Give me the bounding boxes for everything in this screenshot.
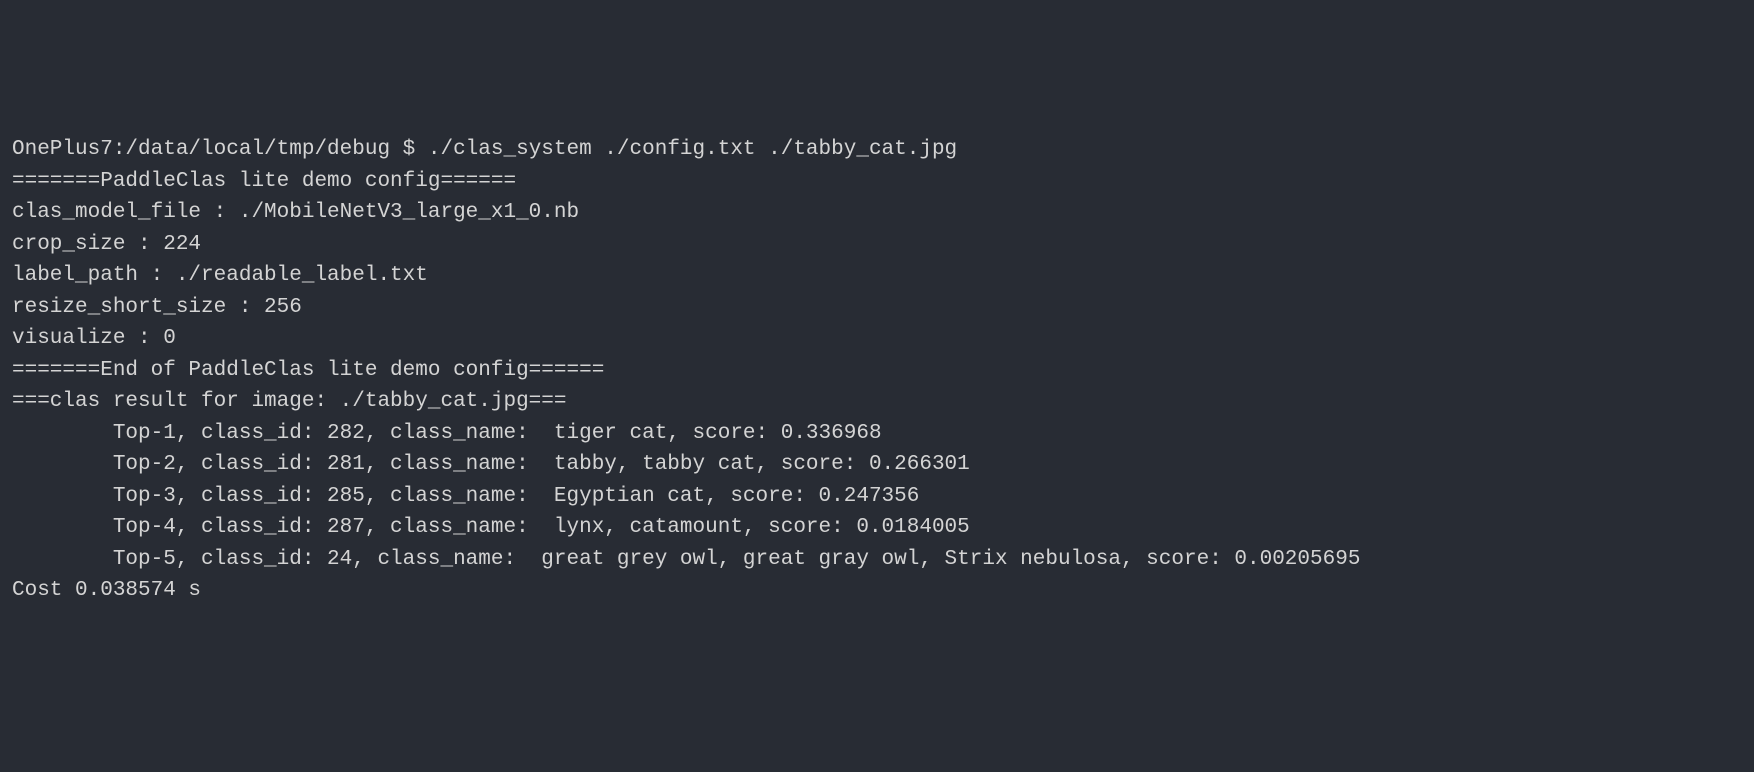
output-line: resize_short_size : 256 [12, 296, 302, 319]
result-line-top5: Top-5, class_id: 24, class_name: great g… [12, 548, 1360, 571]
prompt-line: OnePlus7:/data/local/tmp/debug $ ./clas_… [12, 138, 957, 161]
output-line: ===clas result for image: ./tabby_cat.jp… [12, 390, 567, 413]
output-line: clas_model_file : ./MobileNetV3_large_x1… [12, 201, 579, 224]
output-line: =======PaddleClas lite demo config====== [12, 170, 516, 193]
output-line: =======End of PaddleClas lite demo confi… [12, 359, 604, 382]
prompt-host-path: OnePlus7:/data/local/tmp/debug $ [12, 138, 428, 161]
result-line-top1: Top-1, class_id: 282, class_name: tiger … [12, 422, 882, 445]
output-line: crop_size : 224 [12, 233, 201, 256]
command-text: ./clas_system ./config.txt ./tabby_cat.j… [428, 138, 957, 161]
result-line-top2: Top-2, class_id: 281, class_name: tabby,… [12, 453, 970, 476]
result-line-top3: Top-3, class_id: 285, class_name: Egypti… [12, 485, 919, 508]
output-line: visualize : 0 [12, 327, 176, 350]
terminal-output[interactable]: OnePlus7:/data/local/tmp/debug $ ./clas_… [12, 134, 1742, 607]
cost-line: Cost 0.038574 s [12, 579, 201, 602]
result-line-top4: Top-4, class_id: 287, class_name: lynx, … [12, 516, 970, 539]
output-line: label_path : ./readable_label.txt [12, 264, 428, 287]
